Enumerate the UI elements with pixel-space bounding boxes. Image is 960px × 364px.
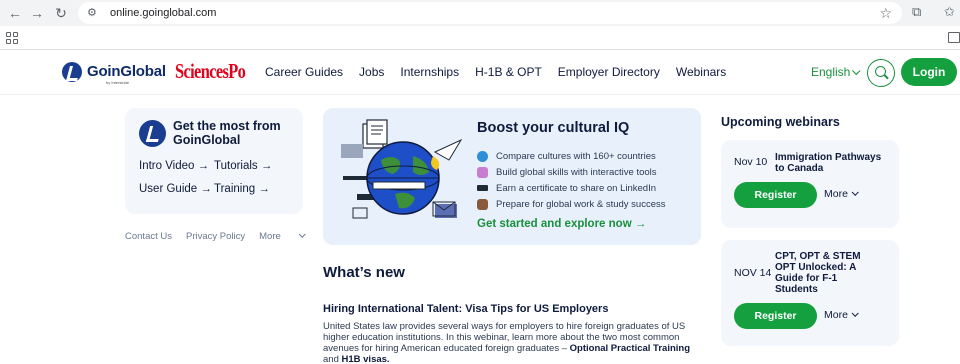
tutorials-link[interactable]: Tutorials → [214, 160, 272, 172]
reload-icon[interactable]: ↻ [52, 4, 70, 22]
nav-employer-directory[interactable]: Employer Directory [558, 65, 660, 79]
partner-logo[interactable]: SciencesPo [175, 59, 246, 84]
webinar-title[interactable]: Immigration Pathways to Canada [775, 152, 893, 174]
promo-feature-item: Build global skills with interactive too… [477, 164, 666, 180]
nav-internships[interactable]: Internships [400, 65, 459, 79]
intro-video-link[interactable]: Intro Video → [139, 160, 209, 172]
promo-feature-list: Compare cultures with 160+ countries Bui… [477, 148, 666, 212]
promo-feature-item: Earn a certificate to share on LinkedIn [477, 180, 666, 196]
more-dropdown[interactable]: More [824, 188, 859, 200]
article-text: and [323, 354, 342, 364]
url-text[interactable]: online.goinglobal.com [110, 7, 216, 19]
webinar-title[interactable]: CPT, OPT & STEM OPT Unlocked: A Guide fo… [775, 251, 873, 295]
promo-title: Boost your cultural IQ [477, 120, 630, 136]
card-title: Get the most from GoinGlobal [173, 119, 281, 147]
more-label: More [824, 188, 848, 200]
nav-h1b-opt[interactable]: H-1B & OPT [475, 65, 542, 79]
site-info-icon[interactable]: ⚙ [87, 6, 101, 20]
user-guide-link[interactable]: User Guide → [139, 183, 212, 195]
more-link[interactable]: More [259, 230, 318, 242]
chevron-down-icon [851, 309, 859, 317]
globe-icon [477, 150, 488, 162]
webinar-date: NOV 14 [734, 267, 772, 279]
graduation-cap-icon [477, 185, 488, 191]
forward-arrow-icon[interactable]: → [28, 4, 46, 22]
browser-toolbar: ← → ↻ ⚙ online.goinglobal.com ☆ ⧉ ✩ [0, 0, 960, 26]
language-label: English [811, 65, 851, 79]
promo-feature-text: Build global skills with interactive too… [496, 166, 657, 178]
article-bold-text: Optional Practical Training [569, 343, 691, 354]
more-dropdown[interactable]: More [824, 309, 859, 321]
privacy-policy-link[interactable]: Privacy Policy [186, 231, 245, 242]
extensions-icon[interactable]: ⧉ [912, 4, 930, 22]
webinar-card: NOV 14 CPT, OPT & STEM OPT Unlocked: A G… [721, 240, 899, 346]
search-button[interactable] [867, 59, 895, 87]
nav-jobs[interactable]: Jobs [359, 65, 384, 79]
promo-feature-text: Earn a certificate to share on LinkedIn [496, 182, 657, 194]
globe-illustration [341, 119, 463, 219]
promo-feature-text: Prepare for global work & study success [496, 198, 666, 210]
more-label: More [259, 231, 281, 242]
nav-career-guides[interactable]: Career Guides [265, 65, 343, 79]
article-bold-text: H1B visas. [341, 354, 390, 364]
back-arrow-icon[interactable]: ← [6, 4, 24, 22]
contact-us-link[interactable]: Contact Us [125, 231, 172, 242]
webinar-date: Nov 10 [734, 156, 768, 168]
main-nav: Career Guides Jobs Internships H-1B & OP… [265, 65, 742, 79]
chart-icon [477, 166, 488, 178]
register-button[interactable]: Register [734, 182, 817, 208]
goinglobal-logo[interactable]: GoinGlobal [62, 62, 166, 82]
bookmarks-bar [0, 26, 960, 50]
register-button[interactable]: Register [734, 303, 817, 329]
promo-feature-item: Prepare for global work & study success [477, 196, 666, 212]
article-title[interactable]: Hiring International Talent: Visa Tips f… [323, 303, 608, 315]
whats-new-heading: What’s new [323, 264, 405, 281]
site-header: GoinGlobal by Interstride SciencesPo Car… [0, 51, 960, 95]
goinglobal-logo-icon [139, 120, 166, 147]
pin-icon[interactable]: ✩ [944, 4, 955, 20]
chevron-down-icon [852, 66, 861, 76]
webinar-card: Nov 10 Immigration Pathways to Canada Re… [721, 140, 899, 228]
login-button[interactable]: Login [901, 58, 957, 86]
logo-text: GoinGlobal [87, 63, 166, 80]
chevron-down-icon [298, 230, 306, 238]
language-select[interactable]: English [811, 65, 861, 79]
chevron-down-icon [851, 188, 859, 196]
address-bar[interactable]: ⚙ online.goinglobal.com ☆ [78, 2, 902, 24]
bookmarks-folder-icon[interactable] [948, 32, 960, 43]
upcoming-webinars-heading: Upcoming webinars [721, 115, 840, 129]
article-body: United States law provides several ways … [323, 321, 703, 364]
nav-webinars[interactable]: Webinars [676, 65, 726, 79]
bookmark-star-icon[interactable]: ☆ [879, 5, 892, 22]
promo-feature-text: Compare cultures with 160+ countries [496, 150, 656, 162]
promo-feature-item: Compare cultures with 160+ countries [477, 148, 666, 164]
briefcase-icon [477, 198, 488, 210]
footer-links: Contact Us Privacy Policy More [125, 230, 332, 242]
logo-subtitle: by Interstride [106, 80, 130, 85]
training-link[interactable]: Training → [214, 183, 270, 195]
apps-grid-icon[interactable] [6, 32, 18, 44]
goinglobal-logo-icon [62, 62, 82, 82]
cultural-iq-promo: Boost your cultural IQ Compare cultures … [323, 108, 701, 245]
get-started-card: Get the most from GoinGlobal Intro Video… [125, 108, 303, 214]
get-started-link[interactable]: Get started and explore now → [477, 218, 646, 230]
more-label: More [824, 309, 848, 321]
